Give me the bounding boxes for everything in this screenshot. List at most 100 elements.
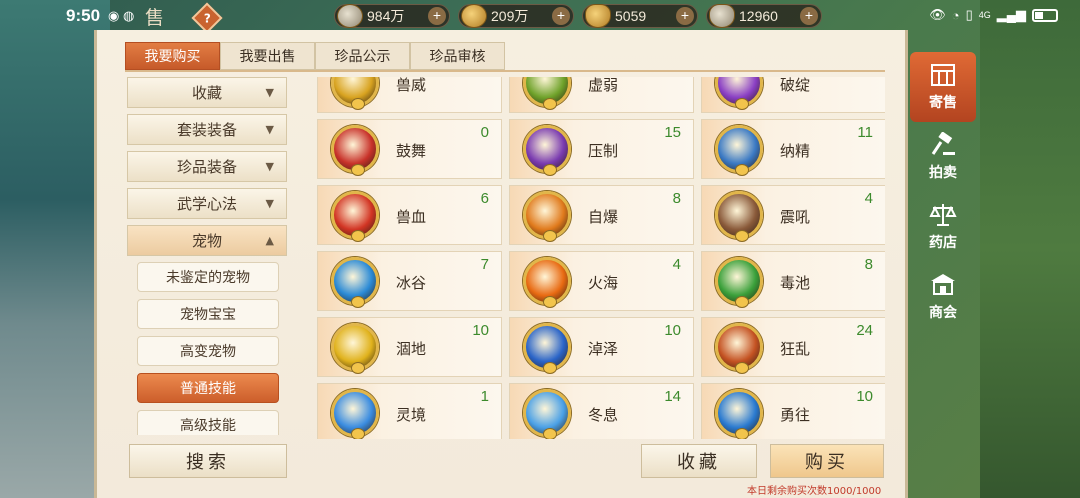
- skill-listing-list: 兽威 虚弱 破绽 鼓舞 0 压制 15 纳精 11 兽血 6 自爆 8 震吼 4 冰谷 7 火海 4 毒池 8 涸地 10 淖…: [317, 77, 885, 439]
- skill-icon: [523, 191, 571, 242]
- skill-count: 7: [480, 256, 489, 273]
- add-gold-ingot-button[interactable]: +: [676, 7, 694, 25]
- eye-icon: 👁: [929, 7, 946, 22]
- nav-auction[interactable]: 拍卖: [910, 122, 976, 192]
- currency-gold-coin: 209万 +: [458, 4, 574, 28]
- skill-count: 14: [664, 388, 681, 405]
- skill-listing-item[interactable]: 兽血 6: [317, 185, 502, 245]
- add-silver-ingot-button[interactable]: +: [800, 7, 818, 25]
- skill-name: 灵境: [396, 406, 427, 424]
- add-gold-coin-button[interactable]: +: [552, 7, 570, 25]
- skill-listing-grid[interactable]: 兽威 虚弱 破绽 鼓舞 0 压制 15 纳精 11 兽血 6 自爆 8 震吼 4 冰谷 7 火海 4 毒池 8 涸地 10 淖…: [317, 77, 885, 439]
- search-button[interactable]: 搜索: [129, 444, 287, 478]
- skill-count: 6: [480, 190, 489, 207]
- category-martial-arts[interactable]: 武学心法 ▼: [127, 188, 287, 219]
- category-treasure-equipment[interactable]: 珍品装备 ▼: [127, 151, 287, 182]
- category-pets[interactable]: 宠物 ▲: [127, 225, 287, 256]
- triangle-down-icon: ▼: [265, 86, 274, 99]
- nav-guild[interactable]: 商会: [910, 262, 976, 332]
- subcategory-mutant-pets[interactable]: 高变宠物: [137, 336, 279, 366]
- subcategory-normal-skills[interactable]: 普通技能: [137, 373, 279, 403]
- subcategory-pet-babies[interactable]: 宠物宝宝: [137, 299, 279, 329]
- skill-listing-item[interactable]: 震吼 4: [701, 185, 885, 245]
- category-suit-equipment[interactable]: 套装装备 ▼: [127, 114, 287, 145]
- status-time: 9:50: [66, 6, 101, 25]
- paw-icon: [735, 164, 749, 176]
- skill-name: 兽威: [396, 77, 427, 94]
- skill-count: 4: [864, 190, 873, 207]
- triangle-down-icon: ▼: [265, 197, 274, 210]
- nav-consignment[interactable]: 寄售: [910, 52, 976, 122]
- subcategory-unidentified-pets[interactable]: 未鉴定的宠物: [137, 262, 279, 292]
- skill-listing-item[interactable]: 兽威: [317, 77, 502, 113]
- paw-icon: [543, 230, 557, 242]
- tab-buy[interactable]: 我要购买: [125, 42, 220, 70]
- paw-icon: [735, 98, 749, 110]
- skill-listing-item[interactable]: 自爆 8: [509, 185, 694, 245]
- skill-icon: [331, 389, 379, 439]
- skill-name: 纳精: [780, 142, 811, 160]
- skill-name: 冰谷: [396, 274, 427, 292]
- tab-treasure-review[interactable]: 珍品审核: [410, 42, 505, 70]
- gavel-icon: [931, 132, 955, 155]
- paw-icon: [543, 296, 557, 308]
- guild-hall-icon: [931, 274, 955, 295]
- skill-listing-item[interactable]: 虚弱: [509, 77, 694, 113]
- scale-icon: [929, 204, 957, 226]
- paw-icon: [351, 428, 365, 439]
- skill-count: 0: [480, 124, 489, 141]
- skill-listing-item[interactable]: 灵境 1: [317, 383, 502, 439]
- skill-count: 8: [864, 256, 873, 273]
- currency-silver-ingot: 12960 +: [706, 4, 822, 28]
- skill-name: 淖泽: [588, 340, 619, 358]
- skill-listing-item[interactable]: 涸地 10: [317, 317, 502, 377]
- skill-count: 11: [857, 124, 873, 141]
- alarm-icon: ◔: [951, 7, 960, 23]
- skill-listing-item[interactable]: 冬息 14: [509, 383, 694, 439]
- skill-name: 毒池: [780, 274, 811, 292]
- category-sidebar[interactable]: 收藏 ▼ 套装装备 ▼ 珍品装备 ▼ 武学心法 ▼ 宠物 ▲ 未鉴定的宠物 宠物宝宝 高变…: [127, 77, 287, 435]
- triangle-up-icon: ▲: [265, 234, 274, 247]
- skill-name: 鼓舞: [396, 142, 427, 160]
- paw-icon: [735, 428, 749, 439]
- skill-listing-item[interactable]: 勇往 10: [701, 383, 885, 439]
- skill-icon: [523, 323, 571, 374]
- skill-icon: [715, 191, 763, 242]
- skill-listing-item[interactable]: 纳精 11: [701, 119, 885, 179]
- skill-name: 火海: [588, 274, 619, 292]
- skill-listing-item[interactable]: 鼓舞 0: [317, 119, 502, 179]
- skill-listing-item[interactable]: 毒池 8: [701, 251, 885, 311]
- nav-pharmacy[interactable]: 药店: [910, 192, 976, 262]
- tab-treasure-public[interactable]: 珍品公示: [315, 42, 410, 70]
- skill-listing-item[interactable]: 冰谷 7: [317, 251, 502, 311]
- coin-gold-icon: [461, 4, 487, 28]
- skill-icon: [715, 323, 763, 374]
- skill-listing-item[interactable]: 压制 15: [509, 119, 694, 179]
- buy-button[interactable]: 购买: [770, 444, 884, 478]
- skill-name: 涸地: [396, 340, 427, 358]
- skill-count: 4: [672, 256, 681, 273]
- paw-icon: [543, 428, 557, 439]
- tab-sell[interactable]: 我要出售: [220, 42, 315, 70]
- notification-icons: ◉ ◍: [108, 8, 135, 23]
- background-scene-right: [980, 0, 1080, 498]
- category-favorites[interactable]: 收藏 ▼: [127, 77, 287, 108]
- skill-name: 冬息: [588, 406, 619, 424]
- add-silver-coin-button[interactable]: +: [428, 7, 446, 25]
- favorite-button[interactable]: 收藏: [641, 444, 757, 478]
- shop-title: 售: [145, 7, 165, 29]
- network-label: 4G: [978, 10, 991, 20]
- skill-listing-item[interactable]: 淖泽 10: [509, 317, 694, 377]
- skill-count: 10: [664, 322, 681, 339]
- paw-icon: [351, 296, 365, 308]
- skill-listing-item[interactable]: 破绽: [701, 77, 885, 113]
- paw-icon: [351, 362, 365, 374]
- currency-gold-ingot: 5059 +: [582, 4, 698, 28]
- subcategory-advanced-skills[interactable]: 高级技能: [137, 410, 279, 435]
- skill-listing-item[interactable]: 狂乱 24: [701, 317, 885, 377]
- skill-listing-item[interactable]: 火海 4: [509, 251, 694, 311]
- skill-count: 24: [856, 322, 873, 339]
- ingot-silver-icon: [709, 4, 735, 28]
- skill-count: 10: [856, 388, 873, 405]
- skill-icon: [523, 389, 571, 439]
